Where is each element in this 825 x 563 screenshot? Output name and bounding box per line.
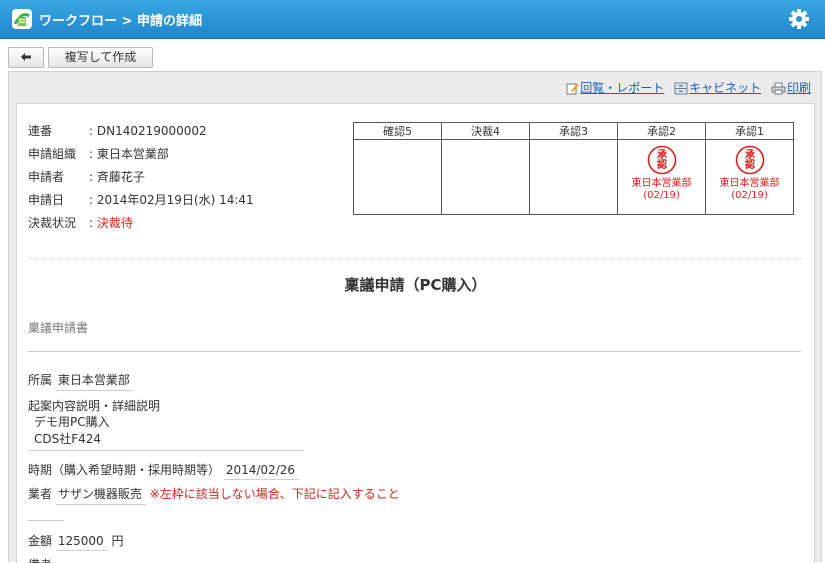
vendor-note: ※左枠に該当しない場合、下記に記入すること bbox=[149, 487, 400, 501]
detail-panel: 回覧・レポート キャビネット 印刷 連番 : DN140219000002 申請組… bbox=[8, 71, 822, 563]
info-label: 申請日 bbox=[28, 193, 65, 207]
approval-cell bbox=[529, 139, 618, 215]
divider bbox=[28, 258, 801, 259]
notes-field: 備考 bbox=[28, 556, 52, 563]
vendor-value: サザン機器販売 bbox=[55, 485, 146, 505]
timing-value: 2014/02/26 bbox=[223, 463, 300, 480]
gear-icon[interactable] bbox=[786, 6, 812, 32]
approval-stamp: 承認 東日本営業部 (02/19) bbox=[706, 145, 793, 202]
approval-cell bbox=[441, 139, 530, 215]
approval-seal-icon: 承認 bbox=[735, 145, 764, 175]
approval-cell: 承認 東日本営業部 (02/19) bbox=[705, 139, 794, 215]
print-link[interactable]: 印刷 bbox=[771, 81, 811, 95]
stamp-date: (02/19) bbox=[643, 190, 680, 201]
approval-cell bbox=[353, 139, 442, 215]
approval-table: 確認5 決裁4 承認3 承認2 承認1 承認 東日本営業部 (02/19) 承認… bbox=[353, 122, 794, 215]
amount-label: 金額 bbox=[28, 534, 53, 548]
stamp-dept: 東日本営業部 bbox=[719, 178, 780, 189]
approval-header: 承認1 bbox=[705, 122, 794, 140]
action-links: 回覧・レポート キャビネット 印刷 bbox=[560, 79, 811, 96]
cabinet-link-label: キャビネット bbox=[689, 81, 762, 95]
seal-char: 承認 bbox=[657, 149, 667, 171]
cabinet-icon bbox=[674, 82, 688, 95]
description-line: デモ用PC購入 bbox=[34, 415, 110, 429]
description-label: 起案内容説明・詳細説明 bbox=[28, 399, 161, 413]
status-value: 決裁待 bbox=[96, 216, 133, 230]
description-field: 起案内容説明・詳細説明 デモ用PC購入 CDS社F424 bbox=[28, 397, 304, 451]
info-row: 申請組織 : 東日本営業部 bbox=[28, 143, 254, 166]
vendor-extra-field bbox=[28, 510, 64, 524]
info-value-prefix: : bbox=[89, 216, 97, 230]
info-value: : DN140219000002 bbox=[89, 124, 207, 138]
timing-label: 時期（購入希望時期・採用時期等） bbox=[28, 463, 221, 477]
info-row: 申請者 : 斉藤花子 bbox=[28, 166, 254, 189]
dept-field: 所属 東日本営業部 bbox=[28, 371, 134, 391]
report-link[interactable]: 回覧・レポート bbox=[566, 81, 664, 95]
application-document: 連番: DN140219000002 申請組織: 東日本営業部 申請者: 斉藤花… bbox=[16, 103, 815, 563]
print-link-label: 印刷 bbox=[786, 81, 811, 95]
info-row: 連番 : DN140219000002 bbox=[28, 120, 254, 143]
report-icon bbox=[566, 83, 579, 95]
cabinet-link[interactable]: キャビネット bbox=[674, 81, 761, 95]
approval-header: 承認3 bbox=[529, 122, 618, 140]
approval-cell: 承認 東日本営業部 (02/19) bbox=[617, 139, 706, 215]
approval-header: 確認5 bbox=[353, 122, 442, 140]
app-header: ワークフロー > 申請の詳細 bbox=[0, 0, 825, 39]
form-subtitle: 稟議申請書 bbox=[28, 321, 89, 335]
toolbar: 複写して作成 bbox=[0, 39, 825, 71]
vendor-field: 業者 サザン機器販売 ※左枠に該当しない場合、下記に記入すること bbox=[28, 485, 400, 505]
page-title: ワークフロー > 申請の詳細 bbox=[39, 14, 202, 29]
approval-header: 承認2 bbox=[617, 122, 706, 140]
vendor-label: 業者 bbox=[28, 487, 53, 501]
info-value: : 2014年02月19日(水) 14:41 bbox=[89, 193, 254, 207]
timing-field: 時期（購入希望時期・採用時期等） 2014/02/26 bbox=[28, 461, 300, 480]
amount-field: 金額 125000 円 bbox=[28, 532, 124, 551]
info-label: 申請者 bbox=[28, 170, 65, 184]
copy-create-button[interactable]: 複写して作成 bbox=[48, 47, 153, 68]
dept-value: 東日本営業部 bbox=[55, 371, 134, 391]
info-label: 連番 bbox=[28, 124, 53, 138]
seal-char: 承認 bbox=[745, 149, 755, 171]
approval-header: 決裁4 bbox=[441, 122, 530, 140]
back-arrow-icon bbox=[21, 53, 31, 61]
divider bbox=[28, 351, 801, 352]
info-row: 申請日 : 2014年02月19日(水) 14:41 bbox=[28, 189, 254, 212]
workflow-app-icon bbox=[12, 9, 32, 29]
info-label: 申請組織 bbox=[28, 147, 77, 161]
info-value: : 東日本営業部 bbox=[89, 147, 169, 161]
info-value: : 斉藤花子 bbox=[89, 170, 145, 184]
form-title: 稟議申請（PC購入） bbox=[344, 276, 487, 294]
print-icon bbox=[771, 82, 786, 95]
stamp-date: (02/19) bbox=[731, 190, 768, 201]
back-button[interactable] bbox=[8, 47, 44, 68]
approval-stamp: 承認 東日本営業部 (02/19) bbox=[618, 145, 705, 202]
field-underline bbox=[28, 448, 304, 451]
approval-seal-icon: 承認 bbox=[647, 145, 676, 175]
description-line: CDS社F424 bbox=[34, 432, 102, 446]
info-label: 決裁状況 bbox=[28, 216, 77, 230]
application-info: 連番 : DN140219000002 申請組織 : 東日本営業部 申請者 : 斉藤花… bbox=[28, 120, 254, 235]
report-link-label: 回覧・レポート bbox=[580, 81, 665, 95]
amount-value: 125000 bbox=[55, 534, 108, 551]
info-row: 決裁状況: 決裁待 bbox=[28, 212, 254, 235]
stamp-dept: 東日本営業部 bbox=[631, 178, 692, 189]
vendor-extra-value bbox=[28, 518, 64, 521]
dept-label: 所属 bbox=[28, 373, 53, 387]
amount-unit: 円 bbox=[111, 534, 124, 548]
